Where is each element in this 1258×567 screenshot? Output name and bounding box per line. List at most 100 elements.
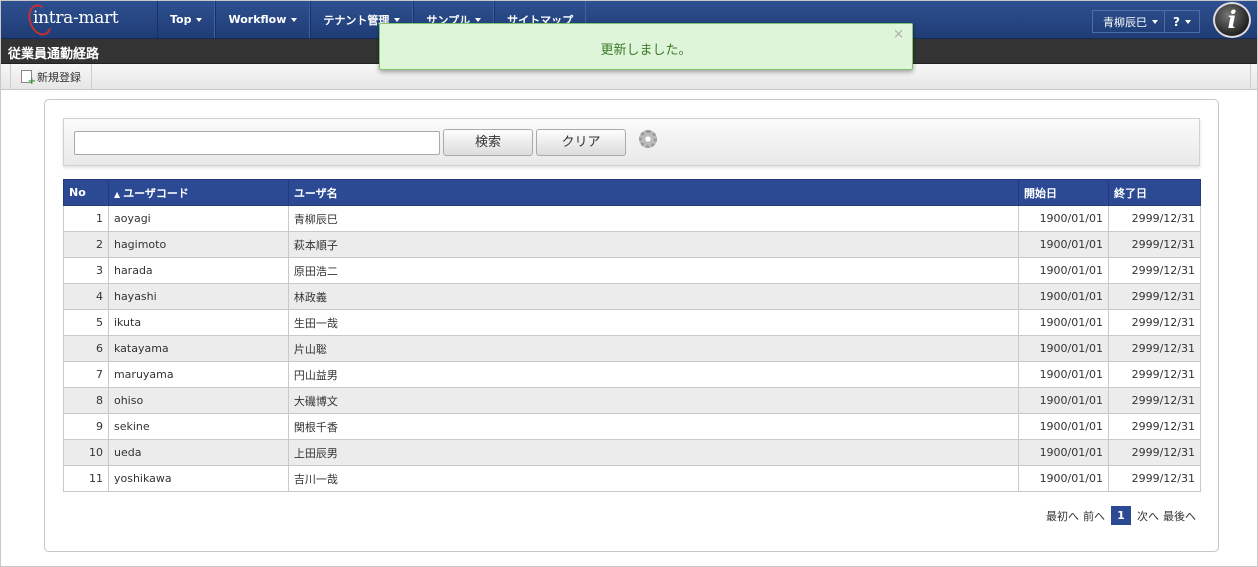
- row-end-date: 2999/12/31: [1107, 439, 1202, 466]
- row-user-code: hagimoto: [107, 231, 289, 258]
- chevron-down-icon: [1152, 19, 1158, 24]
- help-label: ?: [1173, 14, 1180, 29]
- search-input[interactable]: [74, 131, 440, 155]
- row-no: 4: [63, 283, 109, 310]
- row-start-date: 1900/01/01: [1018, 439, 1109, 466]
- sort-asc-icon: ▲: [113, 189, 121, 199]
- row-start-date: 1900/01/01: [1018, 309, 1109, 336]
- nav-item-1[interactable]: Workflow: [215, 1, 311, 38]
- row-end-date: 2999/12/31: [1107, 257, 1202, 284]
- gear-icon[interactable]: [639, 130, 657, 148]
- help-dropdown[interactable]: ?: [1165, 11, 1199, 32]
- row-user-code: harada: [107, 257, 289, 284]
- row-user-name: 原田浩二: [287, 257, 1020, 284]
- pager-first[interactable]: 最初へ: [1046, 508, 1079, 524]
- search-button[interactable]: 検索: [443, 129, 533, 156]
- chevron-down-icon: [291, 17, 298, 22]
- new-register-button[interactable]: 新規登録: [10, 64, 92, 89]
- row-end-date: 2999/12/31: [1107, 387, 1202, 414]
- row-user-name: 生田一哉: [287, 309, 1020, 336]
- toast-message: 更新しました。: [600, 43, 692, 58]
- close-icon[interactable]: ×: [893, 27, 904, 42]
- row-end-date: 2999/12/31: [1107, 361, 1202, 388]
- user-table: No ▲ ユーザコード ユーザ名 開始日 終了日 1 aoyagi 青柳辰巳 1900/…: [63, 179, 1202, 492]
- row-start-date: 1900/01/01: [1018, 387, 1109, 414]
- row-no: 9: [63, 413, 109, 440]
- row-end-date: 2999/12/31: [1107, 465, 1202, 492]
- row-end-date: 2999/12/31: [1107, 413, 1202, 440]
- row-end-date: 2999/12/31: [1107, 283, 1202, 310]
- brand-i-icon[interactable]: i: [1213, 2, 1251, 38]
- nav-item-0[interactable]: Top: [157, 1, 216, 38]
- pager-next[interactable]: 次へ: [1137, 508, 1159, 524]
- column-header-user-code-label: ユーザコード: [123, 186, 189, 200]
- chevron-down-icon: [1184, 19, 1191, 24]
- logo-text: intra-mart: [33, 8, 119, 28]
- row-no: 7: [63, 361, 109, 388]
- nav-item-label: Top: [170, 13, 192, 26]
- table-row[interactable]: 7 maruyama 円山益男 1900/01/01 2999/12/31: [63, 361, 1202, 388]
- row-user-code: aoyagi: [107, 205, 289, 232]
- row-user-code: yoshikawa: [107, 465, 289, 492]
- row-no: 6: [63, 335, 109, 362]
- table-row[interactable]: 1 aoyagi 青柳辰巳 1900/01/01 2999/12/31: [63, 205, 1202, 232]
- column-header-no[interactable]: No: [63, 179, 109, 206]
- pager-current-page[interactable]: 1: [1111, 506, 1131, 525]
- row-no: 10: [63, 439, 109, 466]
- table-row[interactable]: 4 hayashi 林政義 1900/01/01 2999/12/31: [63, 283, 1202, 310]
- row-start-date: 1900/01/01: [1018, 283, 1109, 310]
- row-end-date: 2999/12/31: [1107, 231, 1202, 258]
- row-start-date: 1900/01/01: [1018, 231, 1109, 258]
- table-row[interactable]: 10 ueda 上田辰男 1900/01/01 2999/12/31: [63, 439, 1202, 466]
- page-title: 従業員通勤経路: [8, 47, 100, 62]
- row-user-code: ikuta: [107, 309, 289, 336]
- clear-button[interactable]: クリア: [536, 129, 626, 156]
- user-menu: 青柳辰巳 ?: [1092, 10, 1200, 33]
- table-row[interactable]: 5 ikuta 生田一哉 1900/01/01 2999/12/31: [63, 309, 1202, 336]
- table-row[interactable]: 8 ohiso 大磯博文 1900/01/01 2999/12/31: [63, 387, 1202, 414]
- row-user-code: hayashi: [107, 283, 289, 310]
- user-name: 青柳辰巳: [1103, 15, 1147, 29]
- table-row[interactable]: 3 harada 原田浩二 1900/01/01 2999/12/31: [63, 257, 1202, 284]
- row-no: 11: [63, 465, 109, 492]
- row-start-date: 1900/01/01: [1018, 413, 1109, 440]
- row-start-date: 1900/01/01: [1018, 465, 1109, 492]
- row-end-date: 2999/12/31: [1107, 309, 1202, 336]
- column-header-user-code[interactable]: ▲ ユーザコード: [107, 179, 289, 206]
- row-user-name: 上田辰男: [287, 439, 1020, 466]
- row-user-code: ohiso: [107, 387, 289, 414]
- column-header-user-name[interactable]: ユーザ名: [287, 179, 1020, 206]
- row-user-code: katayama: [107, 335, 289, 362]
- row-end-date: 2999/12/31: [1107, 205, 1202, 232]
- table-row[interactable]: 9 sekine 関根千香 1900/01/01 2999/12/31: [63, 413, 1202, 440]
- row-start-date: 1900/01/01: [1018, 205, 1109, 232]
- main-panel: 検索 クリア No ▲ ユーザコード ユーザ名 開始日 終了日 1 aoyagi 青柳…: [44, 99, 1219, 552]
- column-header-start-date[interactable]: 開始日: [1018, 179, 1109, 206]
- success-toast: 更新しました。 ×: [379, 23, 913, 70]
- row-user-code: ueda: [107, 439, 289, 466]
- row-user-name: 萩本順子: [287, 231, 1020, 258]
- toolbar-divider: [1250, 64, 1251, 90]
- row-no: 1: [63, 205, 109, 232]
- row-user-name: 大磯博文: [287, 387, 1020, 414]
- pager-prev[interactable]: 前へ: [1083, 508, 1105, 524]
- row-user-name: 吉川一哉: [287, 465, 1020, 492]
- user-name-dropdown[interactable]: 青柳辰巳: [1093, 11, 1165, 32]
- row-user-name: 円山益男: [287, 361, 1020, 388]
- table-row[interactable]: 2 hagimoto 萩本順子 1900/01/01 2999/12/31: [63, 231, 1202, 258]
- chevron-down-icon: [196, 17, 203, 22]
- row-start-date: 1900/01/01: [1018, 257, 1109, 284]
- intra-mart-logo[interactable]: intra-mart: [9, 1, 157, 39]
- search-area: 検索 クリア: [63, 118, 1200, 166]
- table-row[interactable]: 6 katayama 片山聡 1900/01/01 2999/12/31: [63, 335, 1202, 362]
- row-no: 2: [63, 231, 109, 258]
- column-header-end-date[interactable]: 終了日: [1107, 179, 1202, 206]
- row-end-date: 2999/12/31: [1107, 335, 1202, 362]
- nav-item-label: Workflow: [228, 13, 287, 26]
- table-row[interactable]: 11 yoshikawa 吉川一哉 1900/01/01 2999/12/31: [63, 465, 1202, 492]
- row-user-code: sekine: [107, 413, 289, 440]
- row-user-name: 片山聡: [287, 335, 1020, 362]
- row-user-name: 青柳辰巳: [287, 205, 1020, 232]
- pager-last[interactable]: 最後へ: [1163, 508, 1196, 524]
- row-user-name: 関根千香: [287, 413, 1020, 440]
